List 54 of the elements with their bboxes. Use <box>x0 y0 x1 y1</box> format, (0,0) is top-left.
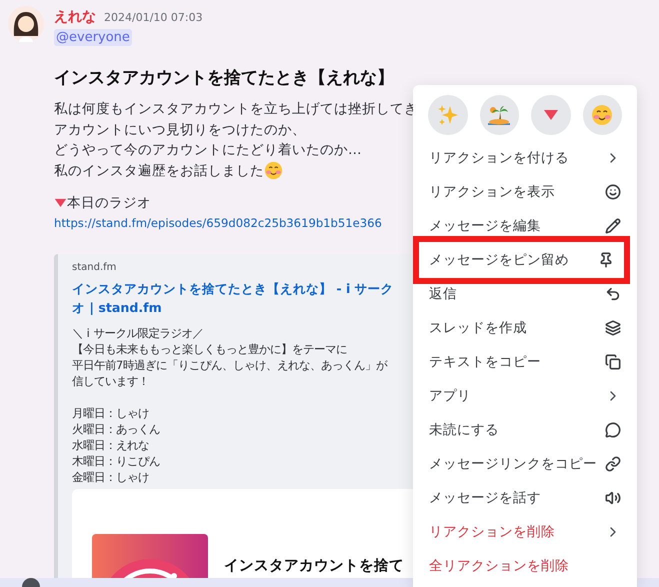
menu-item[interactable]: リアクションを表示 <box>413 183 637 201</box>
menu-item[interactable]: メッセージリンクをコピー <box>413 455 637 473</box>
author-name[interactable]: えれな <box>54 8 96 26</box>
reaction-button[interactable] <box>531 95 570 135</box>
menu-item-icon <box>605 456 621 472</box>
menu-item[interactable]: 未読にする <box>413 421 637 439</box>
menu-item[interactable]: メッセージを話す <box>413 489 637 507</box>
down-triangle-icon <box>54 198 67 208</box>
schedule-line: 水曜日：えれな <box>72 436 150 452</box>
sparkles-icon <box>436 104 459 126</box>
menu-item[interactable]: アプリ <box>413 387 637 405</box>
embed-title[interactable]: オ | stand.fm <box>72 298 394 316</box>
message-text: 本日のラジオ <box>67 194 151 212</box>
menu-item[interactable]: 返信 <box>413 285 637 303</box>
menu-item-icon <box>605 218 621 234</box>
mention[interactable]: @everyone <box>54 29 132 46</box>
timestamp: 2024/01/10 07:03 <box>104 11 203 24</box>
menu-item[interactable]: 全リアクションを削除 <box>413 557 637 575</box>
schedule-line: 金曜日：しゃけ <box>72 468 150 484</box>
smiling-emoji-icon <box>591 104 614 126</box>
smiling-emoji-icon <box>264 161 283 180</box>
reaction-button[interactable] <box>582 95 622 135</box>
avatar <box>8 6 44 42</box>
menu-item[interactable]: テキストをコピー <box>413 353 637 371</box>
card-title: インスタアカウントを捨て <box>224 556 404 574</box>
message-text: 私のインスタ遍歴をお話しました <box>54 162 264 180</box>
embed-title[interactable]: インスタアカウントを捨てたとき【えれな】 - i サーク <box>72 278 394 298</box>
schedule-line: 木曜日：りこぴん <box>72 452 161 468</box>
menu-item-icon <box>605 286 621 302</box>
menu-item[interactable]: リアクションを付ける <box>413 149 637 167</box>
message-text: どうやって今のアカウントにたどり着いたのか… <box>54 141 362 160</box>
island-icon <box>487 104 512 126</box>
menu-item[interactable]: メッセージを編集 <box>413 217 637 235</box>
menu-item[interactable]: メッセージをピン留め <box>413 236 630 284</box>
menu-item-icon <box>598 252 614 268</box>
menu-item-icon <box>605 320 621 336</box>
menu-item[interactable]: スレッドを作成 <box>413 319 637 337</box>
embed-description: 【今日も未来ももっと楽しくもっと豊かに】をテーマに <box>72 340 348 356</box>
menu-item[interactable]: リアクションを削除 <box>413 523 637 541</box>
schedule-line: 月曜日：しゃけ <box>72 404 150 420</box>
episode-link[interactable]: https://stand.fm/episodes/659d082c25b3619b1b51e366 <box>54 216 382 230</box>
down-triangle-icon <box>542 109 559 121</box>
menu-item-icon <box>605 490 621 506</box>
embed-description: ＼ i サークル限定ラジオ／ <box>72 324 204 340</box>
embed-description: 平日午前7時過ぎに「りこぴん、しゃけ、えれな、あっくん」が <box>72 356 388 372</box>
menu-item-icon <box>605 184 621 200</box>
embed-provider: stand.fm <box>72 262 116 272</box>
embed-description: 信しています！ <box>72 372 150 388</box>
reaction-button[interactable] <box>480 95 519 135</box>
schedule-line: 火曜日：あっくん <box>72 420 161 436</box>
message-text: アカウントにいつ見切りをつけたのか、 <box>54 120 306 139</box>
message-title: インスタアカウントを捨てたとき【えれな】 <box>54 67 394 89</box>
menu-item-icon <box>605 422 621 438</box>
menu-item-icon <box>605 354 621 370</box>
